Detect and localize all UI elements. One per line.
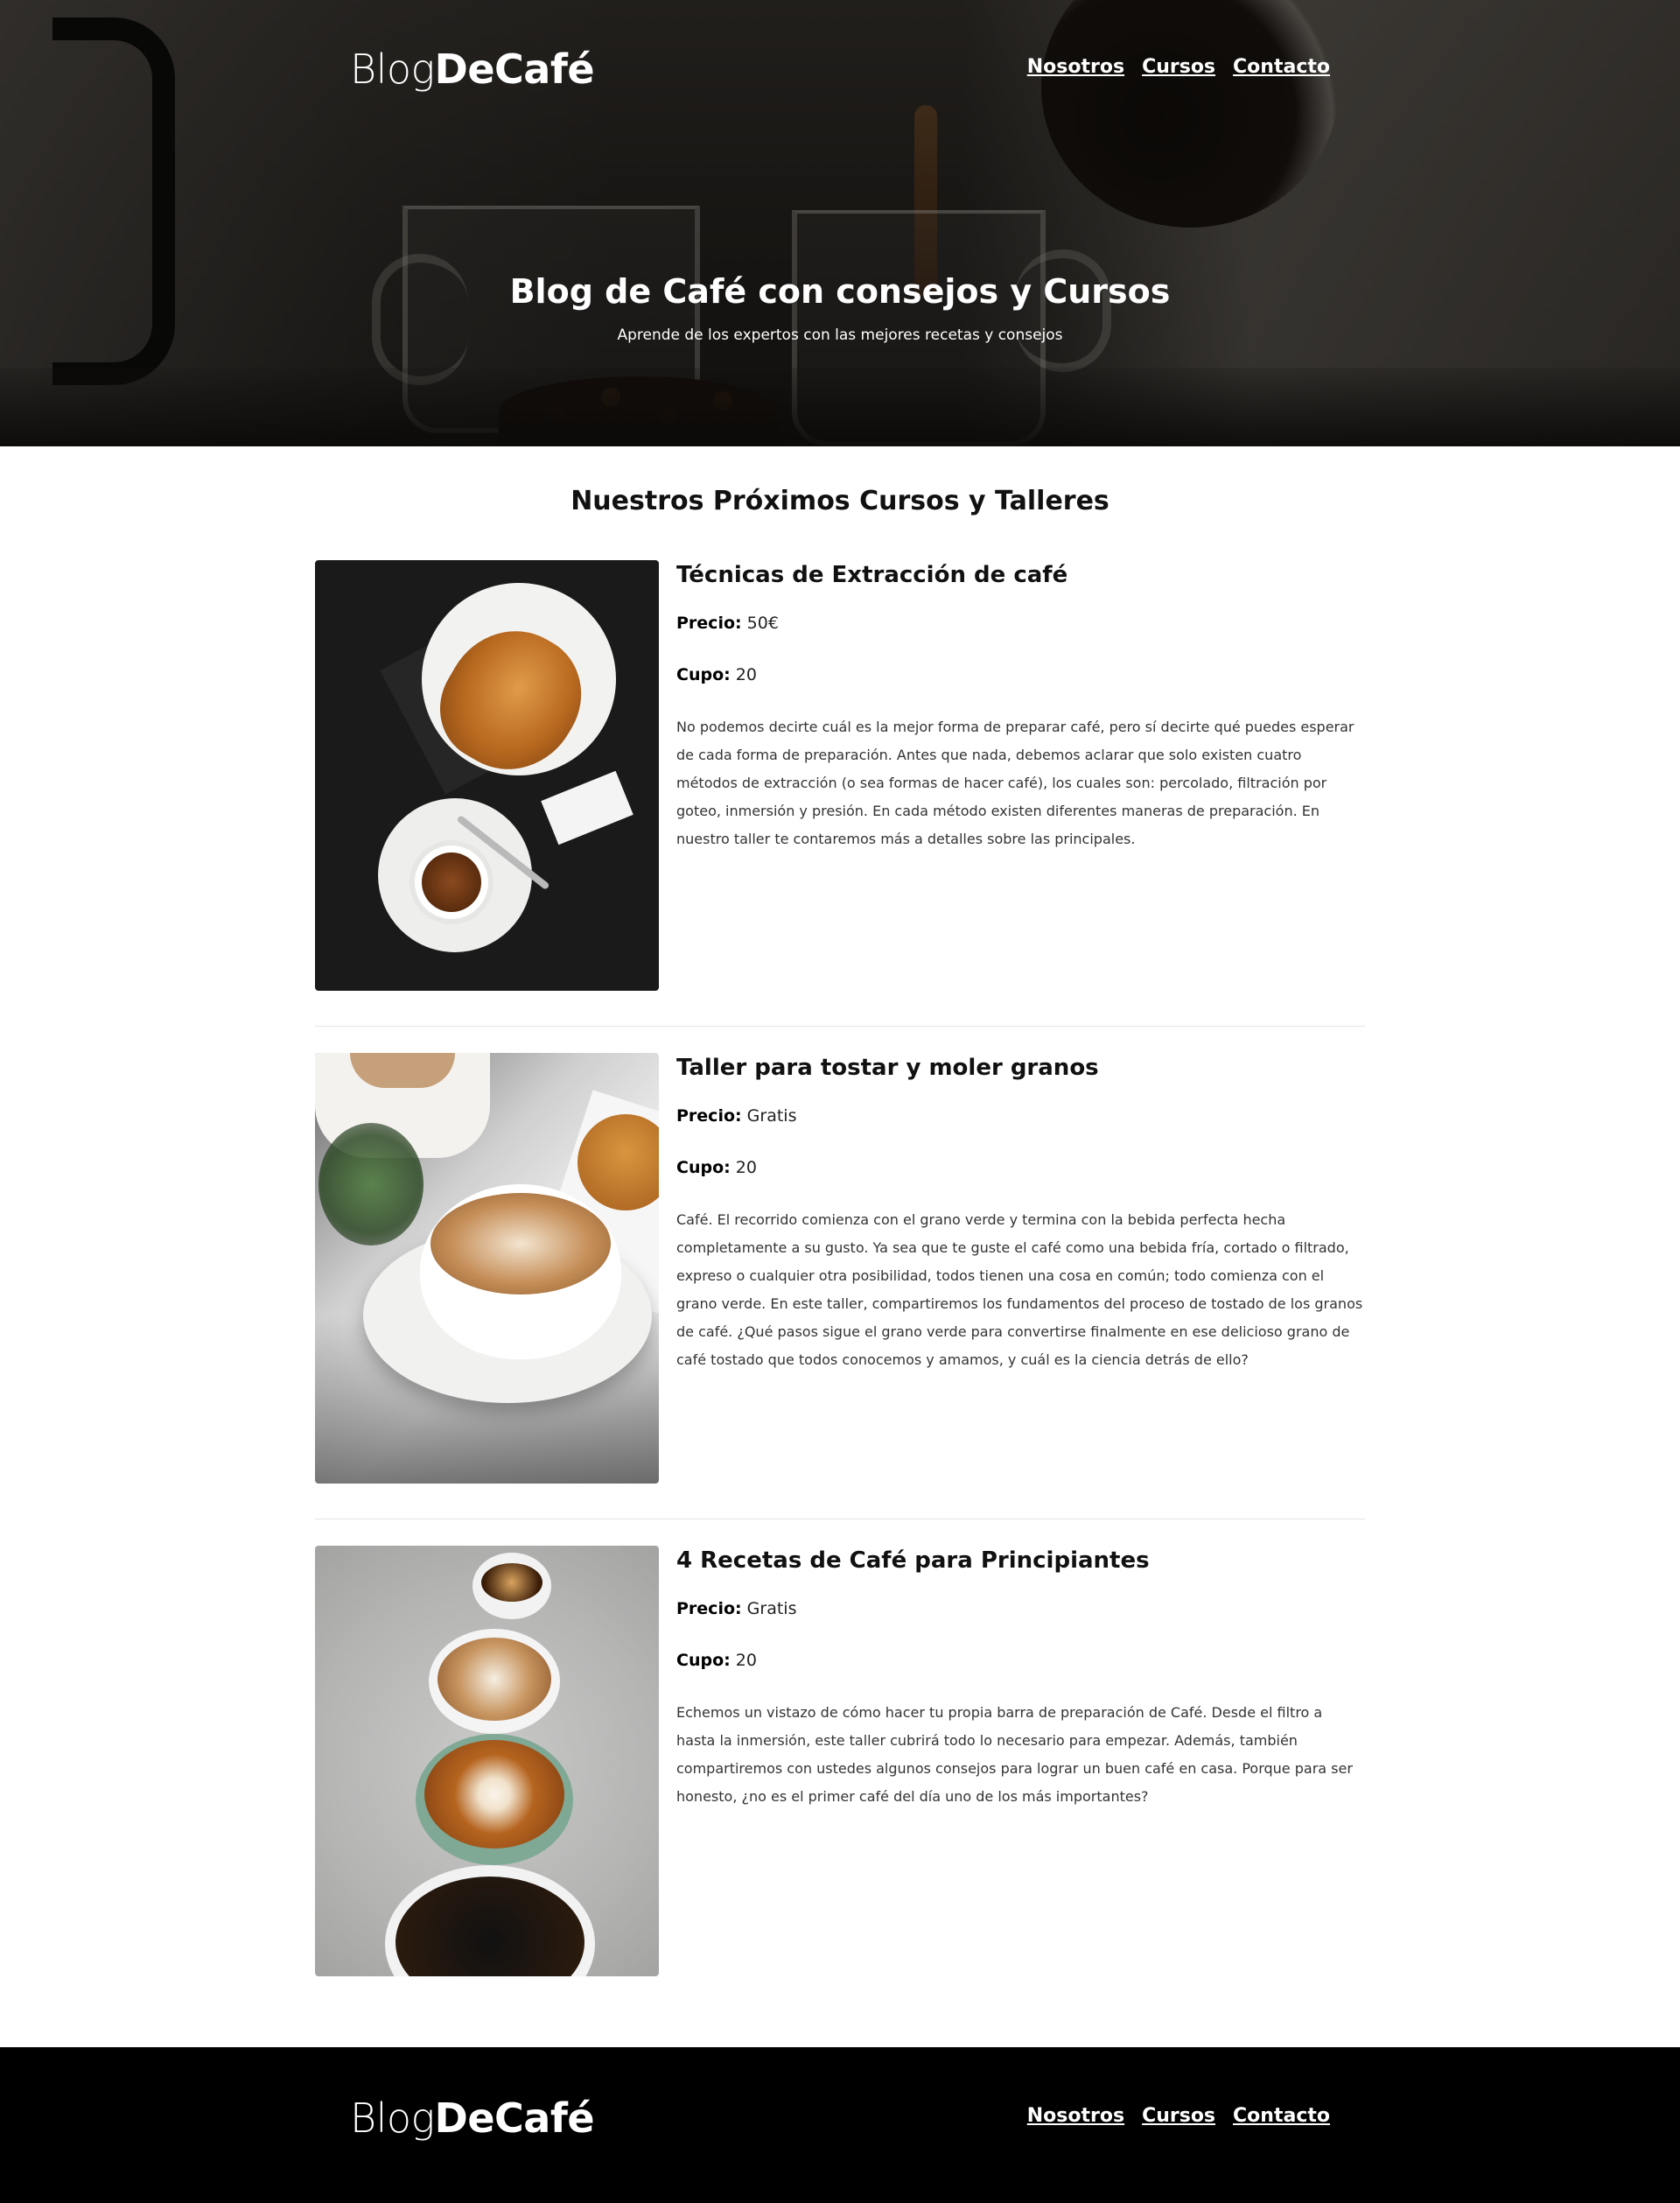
course-quota: Cupo: 20 (676, 1650, 1365, 1671)
course-quota: Cupo: 20 (676, 1157, 1365, 1178)
section-title: Nuestros Próximos Cursos y Talleres (570, 486, 1110, 516)
site-footer: BlogDeCafé Nosotros Cursos Contacto (0, 2047, 1680, 2203)
quota-value: 20 (735, 665, 757, 684)
price-value: Gratis (746, 1599, 797, 1618)
course-card: Técnicas de Extracción de café Precio: 5… (315, 560, 1365, 1027)
quota-value: 20 (735, 1651, 757, 1670)
course-image-four-cups (315, 1546, 659, 1976)
footer-link-cursos[interactable]: Cursos (1142, 2105, 1215, 2127)
course-body: Taller para tostar y moler granos Precio… (676, 1053, 1365, 1484)
course-title: 4 Recetas de Café para Principiantes (676, 1547, 1150, 1574)
site-logo[interactable]: BlogDeCafé (350, 46, 595, 93)
logo-light-text: Blog (350, 2094, 435, 2142)
quota-label: Cupo: (676, 665, 731, 684)
quota-label: Cupo: (676, 1158, 731, 1177)
quota-value: 20 (735, 1158, 757, 1177)
hero-subtitle: Aprende de los expertos con las mejores … (617, 326, 1063, 344)
course-price: Precio: Gratis (676, 1105, 1365, 1126)
course-image-croissant-espresso (315, 560, 659, 991)
course-description: Café. El recorrido comienza con el grano… (676, 1211, 1363, 1368)
footer-logo[interactable]: BlogDeCafé (350, 2094, 595, 2142)
footer-link-nosotros[interactable]: Nosotros (1027, 2105, 1124, 2127)
quota-label: Cupo: (676, 1651, 731, 1670)
logo-bold-text: DeCafé (434, 46, 595, 93)
footer-navigation: Nosotros Cursos Contacto (1027, 2105, 1330, 2127)
course-price: Precio: 50€ (676, 613, 1365, 634)
course-list: Técnicas de Extracción de café Precio: 5… (315, 560, 1365, 2011)
logo-light-text: Blog (350, 46, 435, 93)
main-content: Nuestros Próximos Cursos y Talleres Técn… (315, 446, 1365, 2011)
course-image-latte (315, 1053, 659, 1484)
price-value: Gratis (746, 1106, 797, 1126)
hero-banner: BlogDeCafé Nosotros Cursos Contacto Blog… (0, 0, 1680, 446)
nav-link-contacto[interactable]: Contacto (1233, 56, 1330, 78)
logo-bold-text: DeCafé (434, 2094, 595, 2142)
price-label: Precio: (676, 614, 742, 633)
course-price: Precio: Gratis (676, 1598, 1365, 1619)
course-card: Taller para tostar y moler granos Precio… (315, 1053, 1365, 1519)
site-header: BlogDeCafé Nosotros Cursos Contacto (0, 0, 1680, 140)
course-quota: Cupo: 20 (676, 664, 1365, 685)
footer-link-contacto[interactable]: Contacto (1233, 2105, 1330, 2127)
course-body: Técnicas de Extracción de café Precio: 5… (676, 560, 1365, 991)
hero-text: Blog de Café con consejos y Cursos Apren… (0, 270, 1680, 345)
main-navigation: Nosotros Cursos Contacto (1027, 56, 1330, 78)
nav-link-cursos[interactable]: Cursos (1142, 56, 1215, 78)
course-title: Técnicas de Extracción de café (676, 562, 1068, 588)
course-description: Echemos un vistazo de cómo hacer tu prop… (676, 1704, 1353, 1805)
price-label: Precio: (676, 1106, 742, 1126)
price-label: Precio: (676, 1599, 742, 1618)
course-title: Taller para tostar y moler granos (676, 1055, 1099, 1081)
course-description: No podemos decirte cuál es la mejor form… (676, 719, 1354, 847)
course-card: 4 Recetas de Café para Principiantes Pre… (315, 1546, 1365, 2011)
hero-title: Blog de Café con consejos y Cursos (509, 272, 1171, 311)
nav-link-nosotros[interactable]: Nosotros (1027, 56, 1124, 78)
price-value: 50€ (746, 614, 779, 633)
course-body: 4 Recetas de Café para Principiantes Pre… (676, 1546, 1365, 1976)
